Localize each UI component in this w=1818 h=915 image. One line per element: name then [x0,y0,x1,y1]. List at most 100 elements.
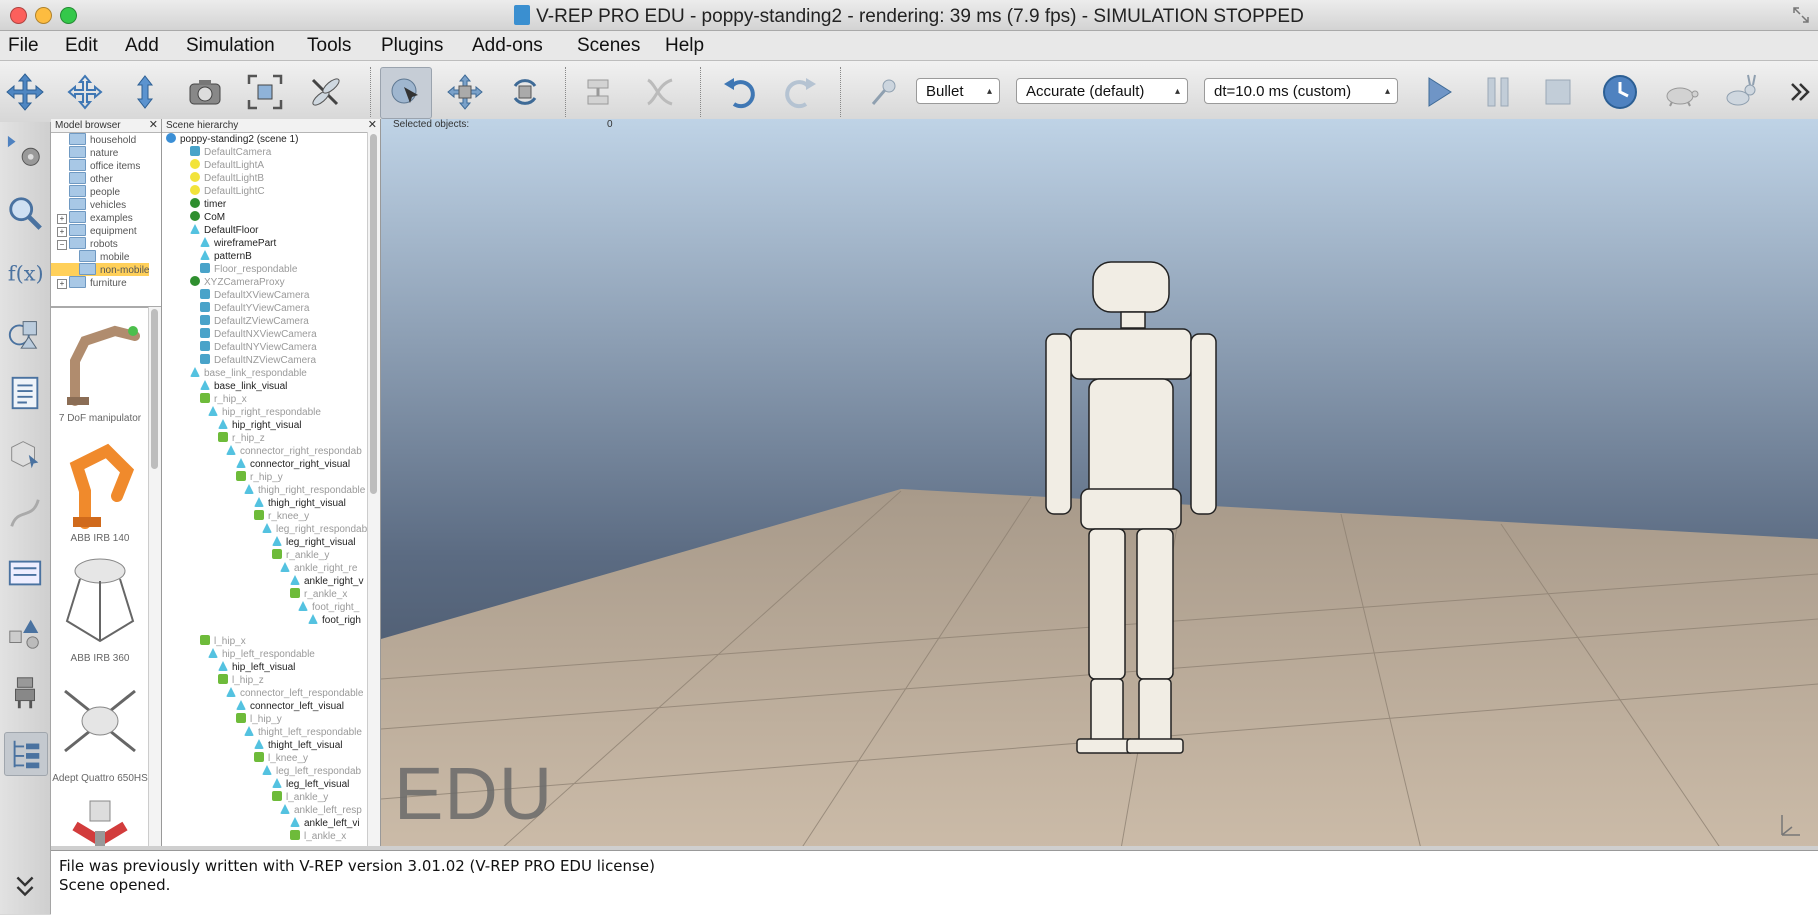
menu-help[interactable]: Help [665,35,704,57]
tree-item[interactable]: timer [190,198,226,211]
fit-to-view-button[interactable] [240,67,290,117]
tree-item[interactable]: thigh_right_visual [254,497,346,510]
assemble-disassemble-button[interactable] [573,67,623,117]
start-simulation-button[interactable] [1413,67,1463,117]
menu-add-ons[interactable]: Add-ons [472,35,543,57]
tree-item[interactable]: Floor_respondable [200,263,297,276]
camera-shift-button[interactable] [120,67,170,117]
tree-item[interactable]: r_knee_y [254,510,309,523]
menu-scenes[interactable]: Scenes [577,35,640,57]
tree-item[interactable]: r_hip_y [236,471,283,484]
tree-item[interactable]: thigh_right_respondable [244,484,365,497]
engine-accuracy-select[interactable]: Accurate (default) ▴ [1016,78,1188,104]
tree-item[interactable]: foot_right_ [298,601,359,614]
menu-edit[interactable]: Edit [65,35,98,57]
user-settings-button[interactable] [4,552,46,594]
tree-item[interactable]: DefaultXViewCamera [200,289,309,302]
tree-item[interactable]: CoM [190,211,225,224]
tree-item[interactable]: connector_right_visual [236,458,350,471]
folder-item[interactable]: robots [69,237,118,250]
tree-item[interactable]: DefaultCamera [190,146,271,159]
tree-item[interactable]: leg_right_respondab [262,523,367,536]
scene-hierarchy-toggle-button[interactable] [4,732,48,776]
tree-item[interactable]: DefaultNXViewCamera [200,328,317,341]
tree-item[interactable]: DefaultFloor [190,224,258,237]
pause-simulation-button[interactable] [1473,67,1523,117]
tree-item[interactable]: base_link_visual [200,380,287,393]
tree-item[interactable]: XYZCameraProxy [190,276,285,289]
tree-item[interactable]: leg_left_respondab [262,765,361,778]
tree-item[interactable]: wireframePart [200,237,276,250]
more-tools-button[interactable] [4,866,46,908]
camera-pan-button[interactable] [0,67,50,117]
tree-item[interactable]: hip_right_visual [218,419,302,432]
folder-item[interactable]: examples [69,211,133,224]
tree-item[interactable]: l_hip_z [218,674,264,687]
tree-item[interactable]: thight_left_visual [254,739,343,752]
folder-item[interactable]: mobile [79,250,129,263]
collapse-icon[interactable]: − [57,240,67,250]
menu-simulation[interactable]: Simulation [186,35,275,57]
dynamics-toggle-button[interactable] [860,67,910,117]
folder-item[interactable]: other [69,172,113,185]
click-select-button[interactable] [380,67,432,119]
robot-model-button[interactable] [4,672,46,714]
object-shift-button[interactable] [440,67,490,117]
tree-item[interactable]: DefaultYViewCamera [200,302,309,315]
close-icon[interactable]: ✕ [368,119,377,132]
tree-item[interactable]: l_knee_y [254,752,308,765]
fullscreen-icon[interactable] [1792,6,1810,24]
real-time-toggle-button[interactable] [1595,67,1645,117]
expand-icon[interactable]: + [57,227,67,237]
object-rotate-button[interactable] [500,67,550,117]
timestep-select[interactable]: dt=10.0 ms (custom) ▴ [1204,78,1398,104]
tree-item[interactable]: l_ankle_y [272,791,328,804]
close-icon[interactable]: ✕ [149,119,158,132]
redo-button[interactable] [775,67,825,117]
tree-item[interactable]: DefaultNZViewCamera [200,354,316,367]
tree-item[interactable]: hip_right_respondable [208,406,321,419]
tree-item[interactable]: ankle_right_v [290,575,363,588]
folder-item[interactable]: vehicles [69,198,126,211]
folder-item[interactable]: household [69,133,136,146]
assemble-button[interactable] [300,67,350,117]
tree-item[interactable]: poppy-standing2 (scene 1) [166,133,298,146]
menu-file[interactable]: File [8,35,39,57]
menu-add[interactable]: Add [125,35,159,57]
folder-item-selected[interactable]: non-mobile [51,263,149,276]
tree-item[interactable]: connector_right_respondab [226,445,362,458]
model-browser-scrollbar[interactable] [148,307,161,847]
tree-item[interactable]: hip_left_visual [218,661,295,674]
path-edit-button[interactable] [4,492,46,534]
tree-item[interactable]: ankle_right_re [280,562,357,575]
tree-item[interactable]: foot_righ [308,614,361,627]
folder-item[interactable]: furniture [69,276,127,289]
scripts-button[interactable] [4,372,46,414]
scene-viewport[interactable]: Selected objects: 0 EDU [381,119,1818,849]
slow-down-button[interactable] [1655,67,1705,117]
model-browser-toggle-button[interactable] [4,612,46,654]
folder-item[interactable]: nature [69,146,118,159]
tree-item[interactable]: connector_left_respondable [226,687,363,700]
stop-simulation-button[interactable] [1533,67,1583,117]
calculation-modules-button[interactable]: f(x) [4,252,46,294]
tree-item[interactable]: l_ankle_x [290,830,346,843]
tree-item[interactable]: hip_left_respondable [208,648,315,661]
tree-item[interactable]: connector_left_visual [236,700,344,713]
selection-button[interactable] [4,192,46,234]
tree-item[interactable]: l_hip_y [236,713,282,726]
camera-rotate-button[interactable] [60,67,110,117]
tree-item[interactable]: r_ankle_x [290,588,347,601]
collections-button[interactable] [4,312,46,354]
tree-item[interactable]: DefaultLightB [190,172,264,185]
simulation-settings-button[interactable] [4,132,46,174]
tree-item[interactable]: r_ankle_y [272,549,329,562]
model-thumbnail[interactable] [51,791,149,847]
tree-item[interactable]: l_hip_x [200,635,246,648]
tree-item[interactable]: thight_left_respondable [244,726,362,739]
tree-item[interactable]: DefaultZViewCamera [200,315,309,328]
tree-item[interactable]: r_hip_z [218,432,265,445]
folder-item[interactable]: equipment [69,224,137,237]
folder-item[interactable]: office items [69,159,140,172]
speed-up-button[interactable] [1715,67,1765,117]
